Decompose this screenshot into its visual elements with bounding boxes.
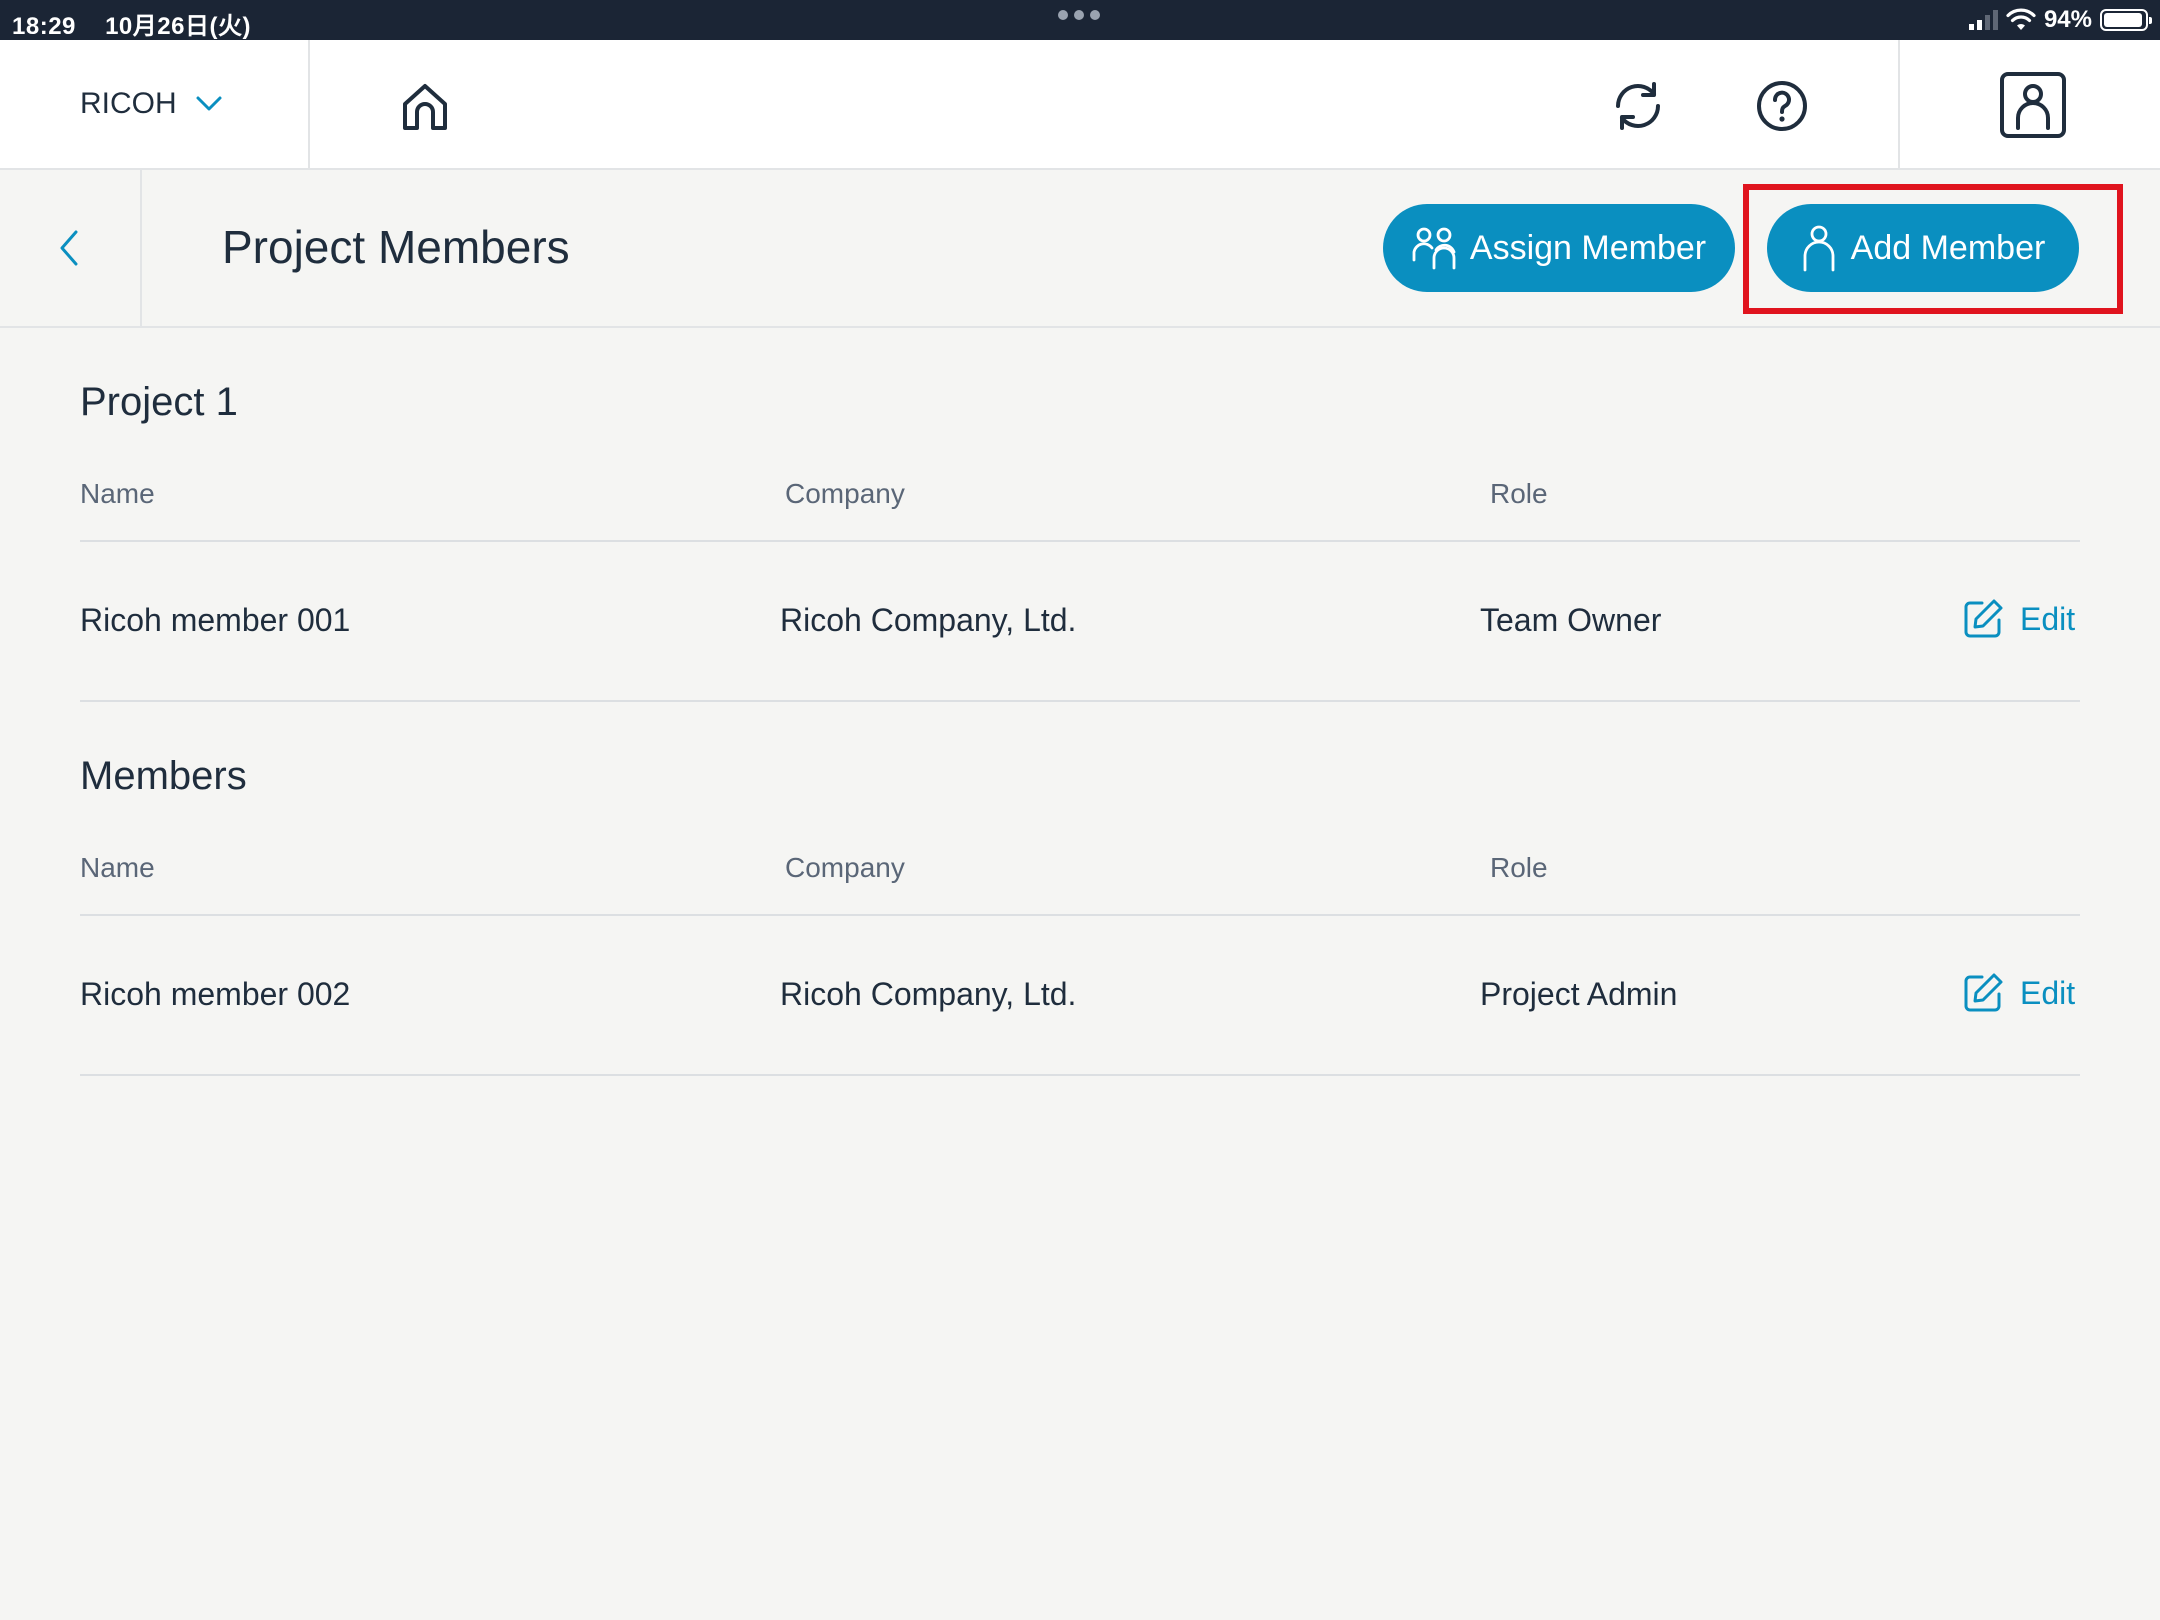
column-header-name: Name (80, 852, 155, 883)
member-company: Ricoh Company, Ltd. (780, 602, 1077, 638)
chevron-left-icon (60, 230, 78, 266)
edit-icon (1964, 973, 2003, 1012)
edit-label: Edit (2020, 974, 2076, 1011)
edit-label: Edit (2020, 600, 2076, 637)
assign-member-label: Assign Member (1469, 228, 1707, 267)
divider (80, 700, 2080, 702)
member-name: Ricoh member 001 (80, 602, 351, 638)
member-company: Ricoh Company, Ltd. (780, 976, 1077, 1012)
home-icon (403, 84, 447, 130)
edit-icon (1964, 599, 2003, 638)
member-role: Project Admin (1480, 976, 1678, 1012)
divider (80, 540, 2080, 542)
section-title-project: Project 1 (80, 380, 238, 424)
member-role: Team Owner (1480, 602, 1662, 638)
page-title: Project Members (222, 221, 570, 273)
org-switcher[interactable]: RICOH (0, 40, 310, 168)
column-header-company: Company (785, 852, 905, 883)
status-right: 94% (1968, 6, 2152, 34)
battery-fill (2104, 13, 2142, 27)
status-time: 18:29 (12, 13, 76, 40)
profile-area (1898, 40, 2160, 168)
assign-member-button[interactable]: Assign Member (1383, 204, 1735, 292)
status-date: 10月26日(火) (105, 13, 251, 40)
app-bar: RICOH (0, 40, 2160, 170)
column-header-company: Company (785, 478, 905, 509)
column-header-role: Role (1490, 852, 1548, 883)
chevron-down-icon (196, 96, 222, 111)
wifi-icon (2006, 8, 2036, 30)
multitasking-dots-icon[interactable] (1058, 10, 1100, 20)
status-bar: 18:29 10月26日(火) 94% (0, 0, 2160, 40)
sync-icon (1616, 82, 1660, 130)
signal-icon (1968, 10, 1998, 30)
help-button[interactable] (1752, 76, 1812, 136)
group-users-icon (1412, 227, 1456, 270)
page-header: Project Members Assign Member Add Member (0, 170, 2160, 328)
org-name: RICOH (80, 87, 177, 120)
member-name: Ricoh member 002 (80, 976, 351, 1012)
edit-button[interactable]: Edit (1962, 598, 2075, 640)
column-header-role: Role (1490, 478, 1548, 509)
help-icon (1757, 81, 1807, 131)
status-left: 18:29 10月26日(火) (12, 6, 273, 41)
profile-button[interactable] (1998, 70, 2068, 140)
sync-button[interactable] (1608, 76, 1668, 136)
edit-button[interactable]: Edit (1962, 972, 2075, 1014)
profile-icon (2000, 72, 2066, 138)
battery-percent: 94% (2043, 6, 2092, 33)
column-header-name: Name (80, 478, 155, 509)
divider (80, 914, 2080, 916)
home-button[interactable] (395, 76, 455, 136)
highlight-box (1743, 184, 2123, 314)
divider (80, 1074, 2080, 1076)
section-title-members: Members (80, 754, 247, 798)
battery-icon (2100, 9, 2152, 31)
back-button[interactable] (0, 170, 142, 326)
